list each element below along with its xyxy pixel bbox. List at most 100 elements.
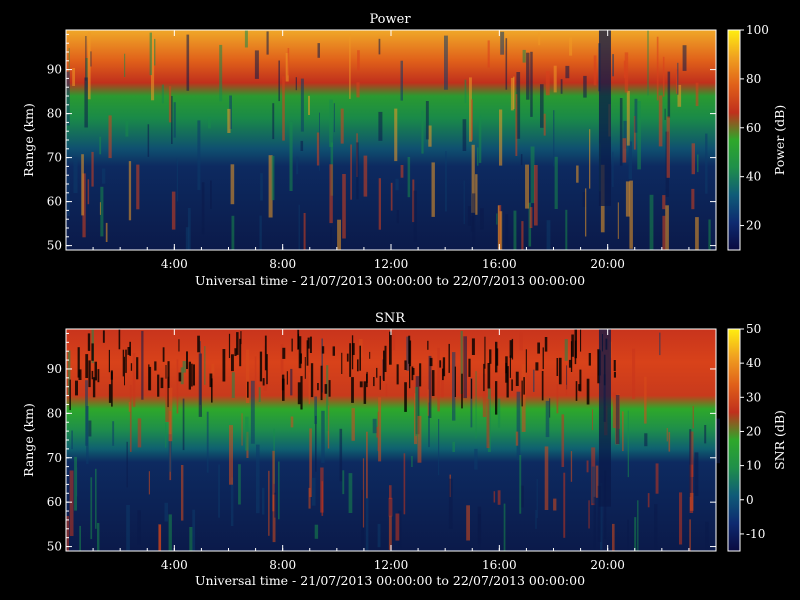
heatmap-cell — [622, 411, 624, 452]
heatmap-cell — [321, 410, 325, 463]
heatmap-cell — [254, 356, 257, 396]
heatmap-cell — [366, 373, 368, 388]
heatmap-cell — [617, 202, 619, 239]
colorbar-tick-label: 40 — [746, 356, 761, 370]
heatmap-cell — [126, 505, 130, 551]
heatmap-cell — [612, 151, 614, 187]
heatmap-cell — [290, 368, 293, 396]
heatmap-cell — [262, 487, 265, 515]
heatmap-cell — [188, 361, 191, 390]
heatmap-cell — [244, 30, 248, 48]
heatmap-cell — [522, 49, 526, 63]
heatmap-cell — [378, 178, 381, 230]
heatmap-cell — [666, 428, 668, 442]
heatmap-cell — [556, 358, 559, 376]
heatmap-cell — [90, 477, 93, 540]
heatmap-cell — [385, 383, 388, 397]
heatmap-cell — [705, 133, 708, 194]
heatmap-cell — [378, 38, 381, 55]
heatmap-cell — [351, 377, 354, 403]
heatmap-cell — [349, 343, 352, 377]
heatmap-cell — [346, 353, 349, 362]
heatmap-cell — [583, 75, 587, 98]
y-tick-label: 80 — [47, 107, 62, 121]
heatmap-cell — [543, 113, 546, 136]
heatmap-cell — [627, 410, 629, 478]
heatmap-cell — [625, 181, 630, 217]
heatmap-cell — [207, 117, 211, 129]
heatmap-cell — [520, 154, 523, 166]
heatmap-cell — [154, 361, 157, 371]
heatmap-cell — [161, 84, 164, 104]
heatmap-cell — [580, 329, 582, 352]
heatmap-cell — [165, 365, 167, 379]
heatmap-cell — [148, 471, 150, 495]
heatmap-cell — [71, 430, 73, 450]
heatmap-cell — [297, 382, 301, 405]
heatmap-cell — [384, 345, 387, 372]
snr-colorbar-strip — [727, 328, 741, 552]
heatmap-cell — [228, 333, 231, 358]
heatmap-cell — [615, 394, 620, 444]
heatmap-cell — [553, 110, 555, 167]
heatmap-cell — [317, 43, 320, 58]
x-tick-label: 4:00 — [161, 257, 188, 271]
heatmap-cell — [88, 420, 92, 437]
heatmap-cell — [538, 32, 541, 46]
heatmap-cell — [400, 165, 404, 178]
heatmap-cell — [427, 340, 429, 350]
heatmap-cell — [565, 209, 568, 250]
heatmap-cell — [474, 448, 478, 470]
heatmap-cell — [342, 174, 346, 239]
heatmap-cell — [160, 377, 164, 389]
y-tick-label: 60 — [47, 195, 62, 209]
heatmap-cell — [578, 384, 581, 391]
heatmap-cell — [664, 108, 666, 120]
heatmap-cell — [682, 45, 687, 71]
heatmap-cell — [464, 79, 467, 104]
heatmap-cell — [487, 363, 491, 389]
heatmap-cell — [282, 378, 285, 401]
heatmap-cell — [85, 380, 88, 446]
power-colorbar: 20 40 60 80 100 Power (dB) — [727, 23, 787, 251]
heatmap-cell — [271, 155, 275, 201]
heatmap-cell — [515, 371, 519, 386]
heatmap-cell — [437, 347, 440, 412]
heatmap-cell — [74, 456, 77, 511]
heatmap-cell — [390, 182, 393, 211]
heatmap-cell — [489, 349, 492, 364]
snr-title: SNR — [375, 311, 406, 326]
heatmap-cell — [262, 378, 265, 386]
heatmap-cell — [624, 52, 629, 93]
heatmap-cell — [162, 347, 165, 362]
heatmap-cell — [499, 211, 503, 250]
heatmap-cell — [78, 369, 82, 380]
heatmap-cell — [665, 205, 669, 250]
heatmap-cell — [536, 479, 538, 519]
heatmap-cell — [392, 330, 396, 351]
heatmap-cell — [483, 363, 485, 392]
heatmap-cell — [463, 336, 467, 399]
heatmap-cell — [330, 227, 332, 250]
heatmap-cell — [644, 433, 648, 447]
heatmap-cell — [308, 372, 310, 405]
heatmap-cell — [317, 383, 319, 391]
heatmap-cell — [266, 31, 269, 55]
power-colorbar-label: Power (dB) — [772, 105, 787, 175]
heatmap-cell — [396, 210, 399, 224]
heatmap-cell — [519, 455, 522, 514]
heatmap-cell — [586, 378, 590, 405]
heatmap-cell — [165, 423, 167, 448]
heatmap-cell — [87, 32, 91, 100]
heatmap-cell — [341, 352, 343, 374]
heatmap-cell — [379, 375, 381, 390]
heatmap-cell — [470, 216, 474, 232]
heatmap-cell — [413, 190, 417, 242]
heatmap-cell — [535, 510, 537, 529]
heatmap-cell — [122, 349, 125, 377]
heatmap-cell — [403, 453, 406, 515]
heatmap-cell — [125, 120, 129, 137]
heatmap-cell — [311, 477, 316, 506]
heatmap-cell — [250, 380, 255, 444]
heatmap-cell — [231, 372, 235, 398]
